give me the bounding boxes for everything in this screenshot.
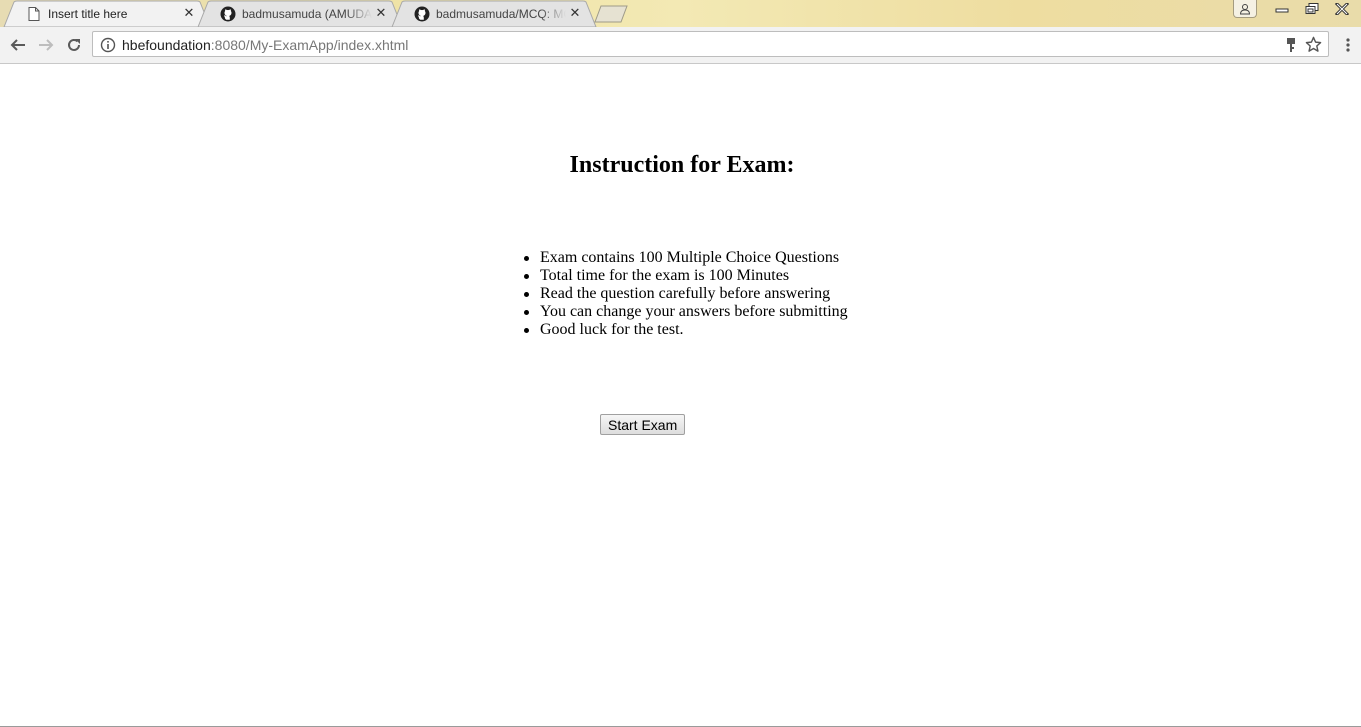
menu-icon[interactable] xyxy=(1341,35,1355,55)
info-icon[interactable] xyxy=(100,37,116,53)
new-tab-button[interactable] xyxy=(594,5,630,23)
reload-icon[interactable] xyxy=(64,35,84,55)
url-path: :8080/My-ExamApp/index.xhtml xyxy=(210,37,409,53)
url-text: hbefoundation:8080/My-ExamApp/index.xhtm… xyxy=(122,37,408,53)
tab-strip: Insert title here ✕ badmusamuda (AMUDA ✕… xyxy=(0,0,1361,27)
page-icon xyxy=(26,6,42,22)
list-item: Total time for the exam is 100 Minutes xyxy=(524,267,848,285)
address-bar[interactable]: hbefoundation:8080/My-ExamApp/index.xhtm… xyxy=(92,31,1329,57)
forward-icon[interactable] xyxy=(36,35,56,55)
list-item: Exam contains 100 Multiple Choice Questi… xyxy=(524,249,848,267)
list-item: You can change your answers before submi… xyxy=(524,303,848,320)
close-icon[interactable]: ✕ xyxy=(568,5,582,20)
bookmark-star-icon[interactable] xyxy=(1305,36,1322,53)
close-icon[interactable]: ✕ xyxy=(182,5,196,20)
url-host: hbefoundation xyxy=(122,37,211,53)
browser-toolbar: hbefoundation:8080/My-ExamApp/index.xhtm… xyxy=(0,27,1361,64)
tab-active[interactable]: Insert title here ✕ xyxy=(3,0,211,27)
restore-icon[interactable] xyxy=(1299,0,1325,17)
window-controls xyxy=(1229,0,1355,18)
start-exam-button[interactable]: Start Exam xyxy=(600,414,686,435)
instructions-list: Exam contains 100 Multiple Choice Questi… xyxy=(524,249,848,339)
tab-github-repo[interactable]: badmusamuda/MCQ: MC ✕ xyxy=(391,0,597,27)
close-window-icon[interactable] xyxy=(1329,0,1355,17)
page-title: Instruction for Exam: xyxy=(569,152,795,178)
tab-title: badmusamuda/MCQ: MC xyxy=(436,7,566,21)
close-icon[interactable]: ✕ xyxy=(374,5,388,20)
profile-icon[interactable] xyxy=(1233,0,1257,18)
page-content: Instruction for Exam: Exam contains 100 … xyxy=(0,64,1361,727)
list-item: Good luck for the test. xyxy=(524,321,848,339)
tab-title: badmusamuda (AMUDA xyxy=(242,7,372,21)
key-icon[interactable] xyxy=(1284,37,1298,53)
tab-github-profile[interactable]: badmusamuda (AMUDA ✕ xyxy=(197,0,403,27)
list-item: Read the question carefully before answe… xyxy=(524,285,848,303)
back-icon[interactable] xyxy=(8,35,28,55)
github-icon xyxy=(414,6,430,22)
minimize-icon[interactable] xyxy=(1269,0,1295,17)
tab-title: Insert title here xyxy=(48,7,128,21)
github-icon xyxy=(220,6,236,22)
